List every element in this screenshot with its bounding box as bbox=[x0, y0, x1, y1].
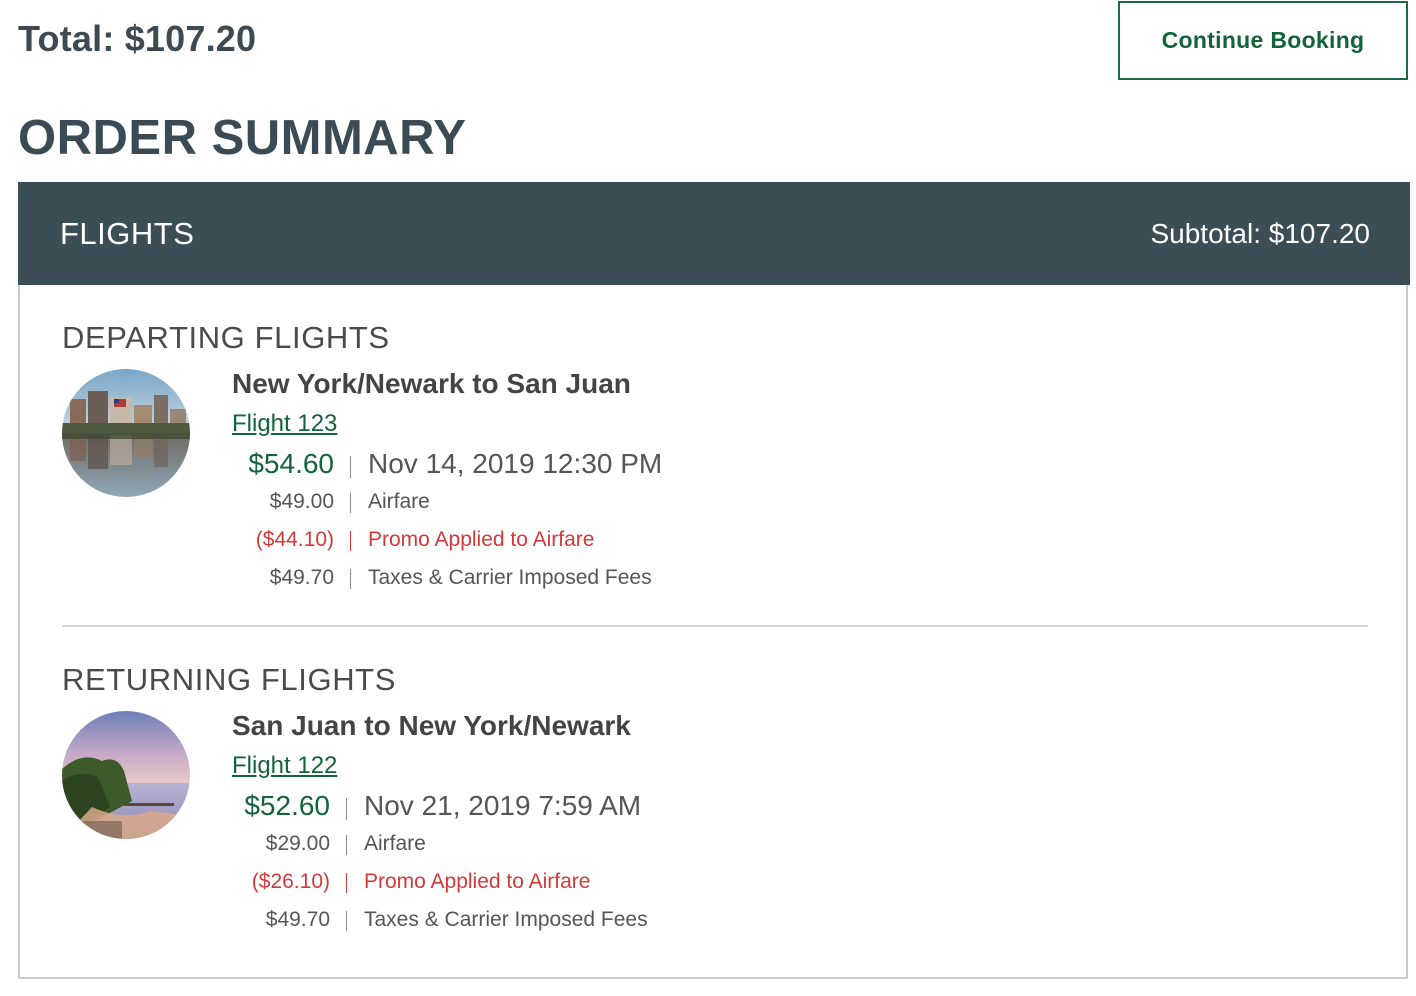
flights-subtotal: Subtotal: $107.20 bbox=[1150, 217, 1370, 249]
separator bbox=[350, 456, 351, 478]
separator bbox=[350, 493, 351, 513]
promo-amount: ($26.10) bbox=[251, 870, 330, 893]
promo-label: Promo Applied to Airfare bbox=[364, 870, 591, 893]
taxes-label: Taxes & Carrier Imposed Fees bbox=[364, 908, 648, 931]
returning-datetime: Nov 21, 2019 7:59 AM bbox=[364, 790, 642, 821]
promo-label: Promo Applied to Airfare bbox=[368, 528, 595, 551]
taxes-amount: $49.70 bbox=[265, 908, 330, 931]
san-juan-image bbox=[62, 711, 190, 839]
airfare-label: Airfare bbox=[368, 490, 430, 513]
order-summary-page: Total: $107.20 Continue Booking ORDER SU… bbox=[0, 0, 1416, 996]
departing-price: $54.60 bbox=[248, 448, 334, 479]
departing-flight-link[interactable]: Flight 123 bbox=[232, 410, 337, 438]
page-title: ORDER SUMMARY bbox=[18, 111, 467, 165]
taxes-label: Taxes & Carrier Imposed Fees bbox=[368, 566, 652, 589]
section-divider bbox=[62, 625, 1368, 627]
returning-route: San Juan to New York/Newark bbox=[232, 710, 631, 741]
airfare-label: Airfare bbox=[364, 832, 426, 855]
separator bbox=[346, 911, 347, 931]
newark-city-image bbox=[62, 369, 190, 497]
airfare-amount: $49.00 bbox=[269, 490, 334, 513]
departing-datetime: Nov 14, 2019 12:30 PM bbox=[368, 448, 663, 479]
promo-amount: ($44.10) bbox=[255, 528, 334, 551]
departing-flights-label: DEPARTING FLIGHTS bbox=[62, 320, 390, 355]
separator bbox=[346, 873, 347, 893]
continue-booking-button[interactable]: Continue Booking bbox=[1118, 1, 1408, 80]
separator bbox=[346, 798, 347, 820]
separator bbox=[350, 531, 351, 551]
returning-price: $52.60 bbox=[244, 790, 330, 821]
separator bbox=[350, 569, 351, 589]
returning-flight-link[interactable]: Flight 122 bbox=[232, 752, 337, 780]
returning-flights-label: RETURNING FLIGHTS bbox=[62, 662, 396, 697]
order-total: Total: $107.20 bbox=[18, 18, 257, 59]
airfare-amount: $29.00 bbox=[265, 832, 330, 855]
flights-panel: FLIGHTS Subtotal: $107.20 DEPARTING FLIG… bbox=[18, 182, 1410, 979]
taxes-amount: $49.70 bbox=[269, 566, 334, 589]
separator bbox=[346, 835, 347, 855]
departing-route: New York/Newark to San Juan bbox=[232, 368, 631, 399]
flights-panel-header: FLIGHTS Subtotal: $107.20 bbox=[18, 182, 1410, 285]
flights-panel-title: FLIGHTS bbox=[60, 215, 195, 251]
